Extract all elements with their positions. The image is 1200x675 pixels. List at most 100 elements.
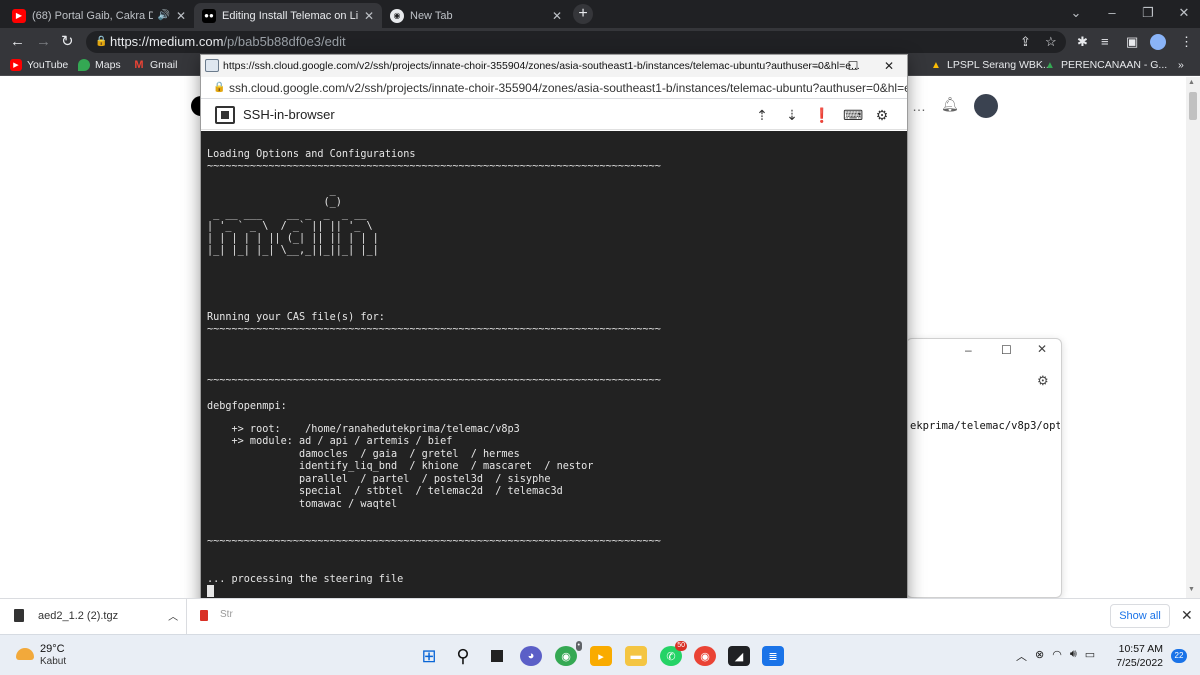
minimize-button[interactable]: – — [799, 55, 835, 77]
download-item[interactable]: aed2_1.2 (2).tgz ︿ — [14, 608, 178, 623]
terminal-line: parallel / partel / postel3d / sisyphe — [207, 474, 551, 485]
bookmark-maps[interactable]: Maps — [78, 59, 121, 71]
download-filename-partial[interactable]: Str — [220, 609, 233, 620]
extensions-icon[interactable]: ✱ — [1077, 34, 1088, 50]
file-icon — [14, 609, 24, 622]
tab-title: (68) Portal Gaib, Cakra Dan I — [32, 9, 154, 22]
scroll-down-icon[interactable]: ▼ — [1188, 586, 1195, 593]
drive-icon: ▲ — [931, 59, 941, 71]
maximize-button[interactable]: ☐ — [835, 55, 871, 77]
terminal-line: ~~~~~~~~~~~~~~~~~~~~~~~~~~~~~~~~~~~~~~~~… — [207, 536, 661, 547]
more-bookmarks-icon[interactable]: » — [1178, 59, 1184, 71]
download-filename: aed2_1.2 (2).tgz — [38, 609, 119, 622]
notepad-icon[interactable]: ≣ — [762, 646, 784, 666]
bell-icon[interactable]: 🔔︎ — [941, 96, 959, 113]
close-window-button[interactable]: ✕ — [1166, 0, 1200, 28]
network-icon[interactable]: ⊗ — [1035, 648, 1044, 664]
upload-icon[interactable]: ⇡ — [753, 106, 771, 124]
popup-title-bar[interactable]: https://ssh.cloud.google.com/v2/ssh/proj… — [201, 55, 907, 77]
app-icon[interactable]: ▸ — [590, 646, 612, 666]
bookmark-lpspl[interactable]: ▲ LPSPL Serang WBK... — [930, 59, 1052, 71]
close-icon[interactable]: ✕ — [176, 9, 186, 23]
battery-icon[interactable]: ▭ — [1085, 648, 1095, 664]
terminal-line: _ __ ___ __ _ _ _ __ — [207, 209, 367, 220]
clock-time: 10:57 AM — [1118, 643, 1163, 655]
gear-icon[interactable]: ⚙ — [1037, 373, 1049, 389]
wifi-icon[interactable]: ◠ — [1052, 648, 1062, 664]
keyboard-icon[interactable]: ⌨ — [843, 106, 863, 124]
terminal-line: _ — [207, 185, 336, 196]
address-bar[interactable]: 🔒 https://medium.com/p/bab5b88df0e3/edit — [86, 31, 1066, 53]
show-all-button[interactable]: Show all — [1110, 604, 1170, 628]
share-icon[interactable]: ⇪ — [1020, 34, 1031, 50]
reload-icon[interactable]: ↻ — [61, 33, 74, 51]
terminal[interactable]: Loading Options and Configurations ~~~~~… — [201, 131, 907, 613]
maximize-icon[interactable]: ☐ — [1001, 343, 1012, 357]
more-options-icon[interactable]: … — [912, 98, 926, 114]
scrollbar-thumb[interactable] — [1189, 92, 1197, 120]
download-icon[interactable]: ⇣ — [783, 106, 801, 124]
feedback-icon[interactable]: ❗ — [813, 106, 831, 124]
ssh-header: SSH-in-browser ⇡ ⇣ ❗ ⌨ ⚙ — [201, 100, 907, 130]
terminal-line: (_) — [207, 197, 342, 208]
terminal-line: damocles / gaia / gretel / hermes — [207, 449, 520, 460]
page-scrollbar[interactable] — [1186, 77, 1200, 598]
tab-search-icon[interactable]: ⌄ — [1058, 0, 1094, 28]
file-explorer-icon[interactable]: ▬ — [625, 646, 647, 666]
restore-button[interactable]: ❐ — [1130, 0, 1166, 28]
lock-icon: 🔒 — [95, 36, 108, 47]
bookmark-youtube[interactable]: ▶ YouTube — [10, 59, 68, 71]
media-control-icon[interactable]: ≡ — [1101, 34, 1109, 50]
chevron-up-icon[interactable]: ︿ — [1016, 648, 1027, 664]
bookmark-label: Maps — [95, 59, 121, 71]
task-view-icon[interactable] — [486, 646, 508, 666]
start-icon[interactable]: ⊞ — [418, 646, 440, 666]
clock[interactable]: 10:57 AM 7/25/2022 — [1115, 642, 1163, 670]
bookmark-star-icon[interactable]: ☆ — [1045, 34, 1057, 50]
minimize-button[interactable]: – — [1094, 0, 1130, 28]
side-panel-icon[interactable]: ▣ — [1126, 34, 1138, 50]
ssh-popup-window: https://ssh.cloud.google.com/v2/ssh/proj… — [200, 54, 908, 614]
back-icon[interactable]: ← — [10, 33, 25, 51]
terminal-line: tomawac / waqtel — [207, 499, 398, 510]
terminal-line: | '_ ` _ \ / _` || || '_ \ — [207, 221, 373, 232]
bookmark-gmail[interactable]: M Gmail — [133, 59, 177, 71]
search-icon[interactable]: ⚲ — [452, 646, 474, 666]
close-icon[interactable]: ✕ — [364, 9, 374, 23]
minimize-icon[interactable]: – — [965, 343, 972, 357]
forward-icon[interactable]: → — [36, 33, 51, 51]
terminal-line: +> module: ad / api / artemis / bief — [207, 436, 453, 447]
new-tab-button[interactable]: + — [573, 4, 593, 24]
chrome-icon[interactable]: ◉ • — [555, 641, 582, 666]
gear-icon[interactable]: ⚙ — [873, 106, 891, 124]
sticky-notes-icon[interactable]: ◢ — [728, 646, 750, 666]
tab-medium[interactable]: ●● Editing Install Telemac on Linux U ✕ — [194, 3, 382, 28]
chevron-up-icon[interactable]: ︿ — [168, 608, 178, 623]
divider — [186, 599, 187, 635]
bookmark-perencanaan[interactable]: ▲ PERENCANAAN - G... — [1044, 59, 1167, 71]
url-host: https://medium.com — [110, 34, 224, 49]
close-icon[interactable]: ✕ — [1181, 607, 1193, 624]
tab-youtube[interactable]: ▶ (68) Portal Gaib, Cakra Dan I 🔊 ✕ — [4, 3, 194, 28]
chrome-profile-icon[interactable]: ◉ — [694, 646, 716, 666]
speaker-icon: 🔊 — [157, 10, 170, 21]
volume-icon[interactable]: 🔊︎ — [1070, 648, 1077, 664]
terminal-line: ~~~~~~~~~~~~~~~~~~~~~~~~~~~~~~~~~~~~~~~~… — [207, 375, 661, 386]
user-avatar[interactable] — [974, 94, 998, 118]
tab-title: New Tab — [410, 9, 453, 22]
chat-icon[interactable]: ◕ — [520, 646, 542, 666]
menu-icon[interactable]: ⋮ — [1180, 34, 1193, 50]
profile-avatar[interactable] — [1150, 34, 1166, 50]
close-icon[interactable]: ✕ — [1037, 342, 1047, 356]
background-window[interactable]: – ☐ ✕ ⚙ — [906, 338, 1062, 598]
clock-date: 7/25/2022 — [1116, 657, 1163, 669]
weather-widget[interactable]: 29°C Kabut — [16, 643, 66, 668]
close-icon[interactable]: ✕ — [552, 9, 562, 23]
tab-new-tab[interactable]: ◉ New Tab ✕ — [382, 3, 570, 28]
scroll-up-icon[interactable]: ▲ — [1188, 79, 1195, 86]
terminal-line: Running your CAS file(s) for: — [207, 312, 385, 323]
terminal-line: identify_liq_bnd / khione / mascaret / n… — [207, 461, 594, 472]
notification-badge[interactable]: 22 — [1171, 649, 1187, 663]
close-button[interactable]: ✕ — [871, 55, 907, 77]
whatsapp-icon[interactable]: ✆ 50 — [660, 641, 687, 666]
